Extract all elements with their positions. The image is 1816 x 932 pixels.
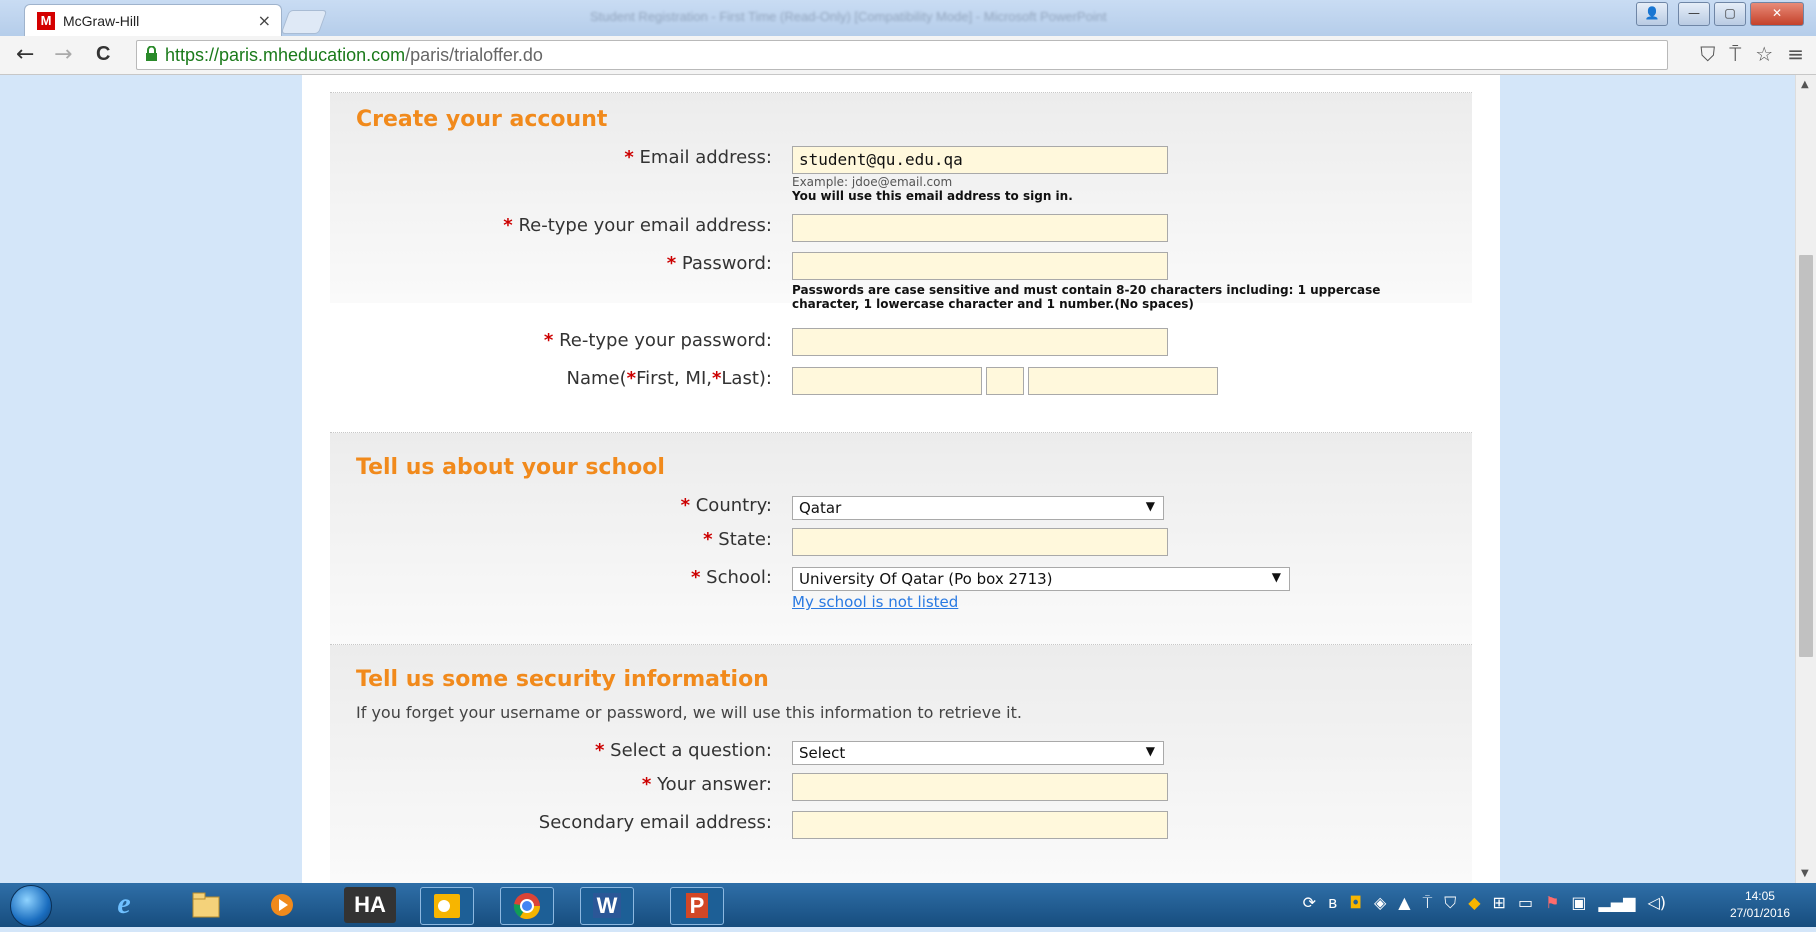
retype-password-label: * Re-type your password: [543, 330, 772, 351]
secondary-email-field[interactable] [792, 811, 1168, 839]
flag-tray-icon[interactable]: ⚑ [1545, 893, 1559, 913]
forward-button[interactable]: → [54, 42, 72, 67]
window-controls: 👤 — ▢ ✕ [1636, 2, 1804, 26]
browser-tab[interactable]: M McGraw-Hill × [24, 4, 282, 37]
device-tray-icon[interactable]: ▣ [1571, 893, 1586, 913]
word-icon[interactable]: W [580, 887, 634, 925]
answer-field[interactable] [792, 773, 1168, 801]
school-select[interactable]: University Of Qatar (Po box 2713) ▼ [792, 567, 1290, 591]
school-section-title: Tell us about your school [356, 455, 665, 480]
page-scrollbar[interactable]: ▲ ▼ [1795, 75, 1816, 883]
monitor-tray-icon[interactable]: ▭ [1518, 893, 1533, 913]
maximize-button[interactable]: ▢ [1714, 2, 1746, 26]
scroll-down-icon[interactable]: ▼ [1801, 868, 1809, 879]
volume-icon[interactable]: ◁) [1647, 893, 1666, 913]
country-select[interactable]: Qatar ▼ [792, 496, 1164, 520]
email-label: * Email address: [624, 147, 772, 168]
school-not-listed-link[interactable]: My school is not listed [792, 593, 958, 611]
minimize-button[interactable]: — [1678, 2, 1710, 26]
chrome-icon[interactable] [500, 887, 554, 925]
start-button[interactable] [10, 885, 52, 927]
retype-password-field[interactable] [792, 328, 1168, 356]
clock-time: 14:05 [1744, 889, 1775, 903]
close-window-button[interactable]: ✕ [1750, 2, 1804, 26]
browser-toolbar: ← → C https://paris.mheducation.com/pari… [0, 36, 1816, 75]
system-clock[interactable]: 14:05 27/01/2016 [1730, 888, 1790, 922]
outlook-tray-icon[interactable]: ◘ [1349, 893, 1362, 913]
back-button[interactable]: ← [16, 42, 34, 67]
registration-form: Create your account * Email address: stu… [302, 75, 1500, 884]
network-sync-icon[interactable]: ⟳ [1303, 893, 1316, 913]
internet-explorer-icon[interactable]: e [98, 887, 150, 923]
signal-icon[interactable]: ▂▄▆ [1599, 893, 1636, 913]
pin-icon[interactable]: ⍑ [1729, 42, 1741, 66]
page-viewport: Create your account * Email address: stu… [0, 75, 1796, 884]
chevron-down-icon: ▼ [1145, 499, 1155, 513]
reload-button[interactable]: C [96, 43, 110, 66]
media-player-icon[interactable] [256, 887, 308, 923]
email-example-hint: Example: jdoe@email.com [792, 175, 953, 189]
security-section-title: Tell us some security information [356, 667, 769, 692]
browser-titlebar: M McGraw-Hill × Student Registration - F… [0, 0, 1816, 37]
account-section-title: Create your account [356, 107, 608, 132]
secondary-email-label: Secondary email address: [538, 812, 772, 833]
app-tray-icon[interactable]: ▲ [1398, 893, 1410, 913]
password-label: * Password: [666, 253, 772, 274]
question-label: * Select a question: [595, 740, 772, 761]
url-path: /paris/trialoffer.do [405, 45, 543, 65]
outlook-icon[interactable] [420, 887, 474, 925]
scroll-thumb[interactable] [1799, 255, 1813, 657]
file-explorer-icon[interactable] [180, 887, 232, 923]
mcgraw-hill-logo-icon: M [37, 12, 55, 30]
security-description: If you forget your username or password,… [356, 703, 1022, 722]
new-tab-button[interactable] [280, 10, 328, 34]
windows-taskbar: e HA W P ⟳ ʙ ◘ ◈ ▲ ⍑ ⛉ ◆ ⊞ ▭ ⚑ ▣ ▂▄▆ ◁) … [0, 883, 1816, 927]
retype-email-field[interactable] [792, 214, 1168, 242]
window-title: Student Registration - First Time (Read-… [590, 9, 1107, 24]
password-rules-note: Passwords are case sensitive and must co… [792, 283, 1381, 311]
chevron-down-icon: ▼ [1271, 570, 1281, 584]
school-label: * School: [691, 567, 772, 588]
star-icon[interactable]: ☆ [1755, 42, 1773, 66]
shield-icon[interactable]: ⛉ [1700, 42, 1715, 66]
answer-label: * Your answer: [641, 774, 772, 795]
retype-email-label: * Re-type your email address: [503, 215, 772, 236]
ha-app-icon[interactable]: HA [344, 887, 396, 923]
shield-tray-icon[interactable]: ⛉ [1444, 893, 1456, 913]
bluetooth-icon[interactable]: ʙ [1328, 893, 1337, 913]
url-host: https://paris.mheducation.com/paris/tria… [165, 45, 543, 65]
country-label: * Country: [680, 495, 772, 516]
powerpoint-icon[interactable]: P [670, 887, 724, 925]
security-panel: Tell us some security information If you… [330, 644, 1472, 884]
state-label: * State: [703, 529, 772, 550]
security-question-select[interactable]: Select ▼ [792, 741, 1164, 765]
toolbar-icons: ⛉ ⍑ ☆ ≡ [1700, 42, 1804, 66]
user-profile-button[interactable]: 👤 [1636, 2, 1668, 26]
last-name-field[interactable] [1028, 367, 1218, 395]
address-bar[interactable]: https://paris.mheducation.com/paris/tria… [136, 40, 1668, 70]
tab-title: McGraw-Hill [63, 13, 140, 29]
pin-tray-icon[interactable]: ⍑ [1423, 893, 1433, 913]
email-signin-note: You will use this email address to sign … [792, 189, 1073, 203]
first-name-field[interactable] [792, 367, 982, 395]
school-panel: Tell us about your school * Country: Qat… [330, 432, 1472, 645]
name-label: Name(*First, MI,*Last): [566, 368, 772, 389]
lock-icon [146, 46, 157, 61]
scroll-up-icon[interactable]: ▲ [1801, 79, 1809, 90]
state-field[interactable] [792, 528, 1168, 556]
menu-icon[interactable]: ≡ [1787, 42, 1804, 66]
middle-initial-field[interactable] [986, 367, 1024, 395]
tab-close-icon[interactable]: × [258, 11, 271, 30]
system-tray: ⟳ ʙ ◘ ◈ ▲ ⍑ ⛉ ◆ ⊞ ▭ ⚑ ▣ ▂▄▆ ◁) [1303, 893, 1666, 913]
chevron-down-icon: ▼ [1145, 744, 1155, 758]
clock-date: 27/01/2016 [1729, 906, 1790, 920]
gem-icon[interactable]: ◈ [1374, 893, 1386, 913]
email-field[interactable]: student@qu.edu.qa [792, 146, 1168, 174]
password-field[interactable] [792, 252, 1168, 280]
security-tray-icon[interactable]: ◆ [1468, 893, 1480, 913]
windows-tray-icon[interactable]: ⊞ [1493, 893, 1506, 913]
account-panel: Create your account * Email address: stu… [330, 92, 1472, 311]
